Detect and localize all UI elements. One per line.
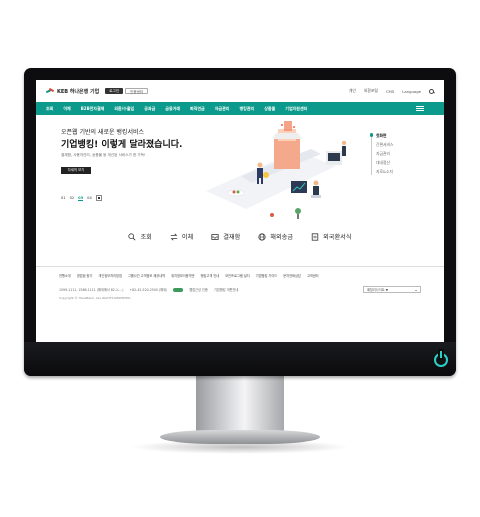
side-menu-item[interactable]: 지로&소지 [376,167,393,176]
menu-icon[interactable] [416,106,424,111]
quick-menu: 조회 이체 결재함 해외송금 외국환서식 [36,232,444,241]
footer: 전행소개 영업점 찾기 개인정보처리방침 그룹사간 고객정보 제공내역 위치정보… [36,266,444,342]
quick-inquiry-button[interactable]: 조회 [128,232,152,241]
main-nav: 조회 이체 B2B전자결제 외환/수출입 공과금 금융거래 퇴직연금 자금관리 … [36,102,444,115]
quick-fx-forms-button[interactable]: 외국환서식 [311,232,352,241]
pager-item[interactable]: 04 [87,196,92,200]
quick-approval-button[interactable]: 결재함 [211,232,240,241]
quick-label: 이체 [181,234,194,241]
side-menu: 첫화면 간편서비스 자금관리 대내정산 지로&소지 [369,131,393,176]
monitor-base [160,430,320,444]
transfer-icon [170,233,178,240]
nav-item[interactable]: B2B전자결제 [81,106,105,112]
banner-pager: 01 02 03 04 [61,195,102,201]
search-icon[interactable] [429,88,434,94]
logo-text: KEB 하나은행 기업 [57,88,100,95]
power-icon[interactable] [434,351,448,367]
side-menu-item[interactable]: 자금관리 [376,149,393,158]
nav-item[interactable]: 금융거래 [165,106,180,112]
logo[interactable]: KEB 하나은행 기업 [45,87,100,95]
logo-mark-icon [45,87,55,94]
side-menu-dot [369,133,373,137]
quick-transfer-button[interactable]: 이체 [170,232,193,241]
footer-link[interactable]: 문자전화상담 [283,273,301,278]
quick-remittance-button[interactable]: 해외송금 [258,232,293,241]
monitor-neck [196,376,284,434]
footer-link[interactable]: 기업뱅킹 가이드 [256,273,278,278]
quick-label: 해외송금 [270,234,294,241]
family-site-select[interactable]: 패밀리사이트 ▼ [363,286,421,293]
language-select[interactable]: Language [402,89,421,94]
nav-item[interactable]: 조회 [46,106,53,112]
footer-link[interactable]: 전행소개 [59,273,71,278]
footer-info: 1599-1111, 1588-1111 (해외에서 82-1-...) +82… [36,278,444,293]
pager-item-active[interactable]: 03 [78,196,84,201]
footer-link[interactable]: 보안프로그램 설치 [225,273,249,278]
top-link-fx-portal[interactable]: 외환포털 [364,88,378,94]
hero-banner: 오픈웹 기반의 새로운 뱅킹서비스 기업뱅킹! 이렇게 달라졌습니다. 결재함,… [36,115,444,235]
hero-description: 결재함, 사용자관리, 상품몰 등 개선된 서비스가 한 가득! [61,153,146,157]
quick-label: 조회 [140,234,152,241]
top-link-cms[interactable]: CMS [386,89,394,94]
monitor-bezel [24,342,456,376]
pager-item[interactable]: 02 [70,196,75,200]
globe-icon [258,232,266,241]
quick-label: 외국환서식 [323,234,352,241]
document-icon [311,232,319,241]
footer-link[interactable]: 고객센터 [307,273,319,278]
footer-link[interactable]: 영업점 찾기 [77,273,93,278]
side-menu-item[interactable]: 대내정산 [376,158,393,167]
inbox-icon [211,233,219,240]
top-bar: KEB 하나은행 기업 로그인 인증센터 개인 외환포털 CMS Languag… [36,80,444,102]
footer-link[interactable]: 뱅킹고객 안내 [201,273,220,278]
more-button[interactable]: 자세히 보기 [61,167,91,174]
pager-item[interactable]: 01 [61,196,66,200]
screen: KEB 하나은행 기업 로그인 인증센터 개인 외환포털 CMS Languag… [36,80,444,342]
footer-contact: +82-42-520-2500 (해외) [129,288,168,292]
nav-item[interactable]: 공과금 [144,106,155,112]
side-menu-item[interactable]: 간편서비스 [376,140,393,149]
hero-subtitle: 오픈웹 기반의 새로운 뱅킹서비스 [61,129,145,136]
nav-item[interactable]: 기업지원센터 [285,106,307,112]
quick-label: 결재함 [223,234,241,241]
footer-site-link[interactable]: 기업뱅킹 개편안내 [214,287,238,292]
copyright: Copyright © HanaBank. ALL RIGHTS RESERVE… [59,296,132,300]
hero-title: 기업뱅킹! 이렇게 달라졌습니다. [61,140,183,150]
footer-phone: 1599-1111, 1588-1111 (해외에서 82-1-...) [59,288,124,292]
nav-item[interactable]: 자금관리 [215,106,230,112]
side-menu-line [371,133,372,175]
accessibility-mark-icon [173,287,184,292]
login-button[interactable]: 로그인 [105,88,124,94]
nav-item[interactable]: 퇴직연금 [190,106,205,112]
nav-item[interactable]: 뱅킹관리 [239,106,254,112]
monitor-frame: KEB 하나은행 기업 로그인 인증센터 개인 외환포털 CMS Languag… [24,68,456,376]
banking-illustration [206,121,347,219]
footer-cert: 웹접근성 인증 [189,288,208,292]
nav-item[interactable]: 이체 [63,106,70,112]
top-link-personal[interactable]: 개인 [349,88,356,94]
nav-item[interactable]: 외환/수출입 [114,106,134,112]
nav-item[interactable]: 상품몰 [264,106,275,112]
footer-link[interactable]: 그룹사간 고객정보 제공내역 [128,273,165,278]
pause-icon[interactable] [95,195,102,201]
side-menu-item-active[interactable]: 첫화면 [376,131,393,140]
footer-links: 전행소개 영업점 찾기 개인정보처리방침 그룹사간 고객정보 제공내역 위치정보… [36,267,444,278]
search-icon [128,232,136,240]
cert-center-button[interactable]: 인증센터 [125,88,149,94]
footer-link[interactable]: 위치정보이용약관 [171,273,194,278]
footer-link[interactable]: 개인정보처리방침 [98,273,121,278]
